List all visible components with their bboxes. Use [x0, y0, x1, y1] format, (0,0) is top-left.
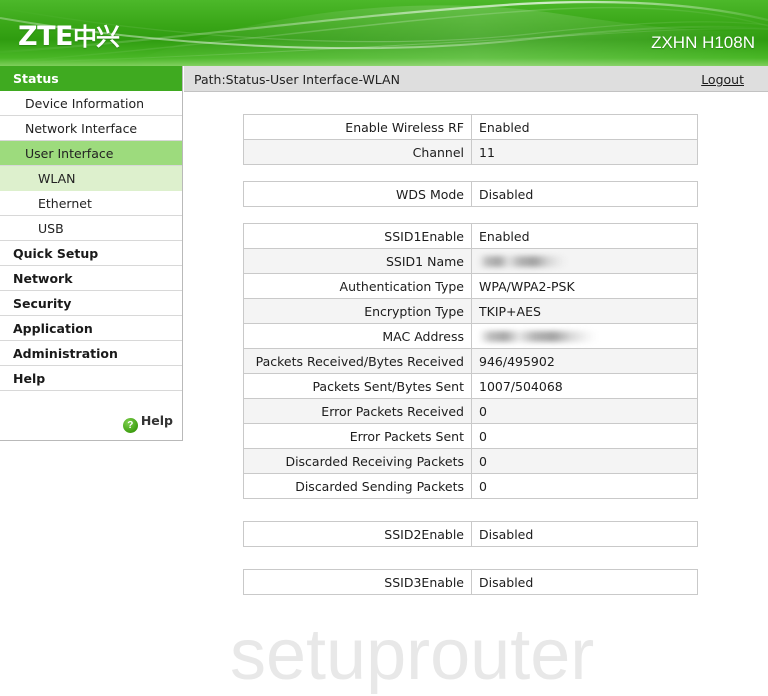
- table-row: Error Packets Received 0: [243, 398, 698, 424]
- radio-table: Enable Wireless RF Enabled Channel 11: [243, 114, 698, 165]
- watermark: setuprouter: [230, 615, 595, 695]
- table-row: Discarded Receiving Packets 0: [243, 448, 698, 474]
- sidebar-item-wlan[interactable]: WLAN: [0, 166, 182, 191]
- wds-table: WDS Mode Disabled: [243, 181, 698, 207]
- sidebar-nav: Status Device Information Network Interfac…: [0, 66, 183, 441]
- row-value: 1007/504068: [471, 373, 698, 399]
- ssid1-table: SSID1Enable Enabled SSID1 Name Authenticati…: [243, 223, 698, 499]
- row-label: Channel: [243, 139, 472, 165]
- breadcrumb: Path:Status-User Interface-WLAN: [194, 72, 400, 87]
- sidebar-item-network[interactable]: Network: [0, 266, 182, 291]
- row-value: Disabled: [471, 569, 698, 595]
- table-row: WDS Mode Disabled: [243, 181, 698, 207]
- sidebar-item-status[interactable]: Status: [0, 66, 182, 91]
- row-value: 0: [471, 448, 698, 474]
- row-value: 11: [471, 139, 698, 165]
- table-row: SSID1Enable Enabled: [243, 223, 698, 249]
- sidebar-footer: ? Help: [0, 391, 182, 453]
- row-value: WPA/WPA2-PSK: [471, 273, 698, 299]
- row-value: TKIP+AES: [471, 298, 698, 324]
- row-label: Enable Wireless RF: [243, 114, 472, 140]
- row-value: 0: [471, 398, 698, 424]
- table-row: MAC Address: [243, 323, 698, 349]
- row-label: Packets Received/Bytes Received: [243, 348, 472, 374]
- sidebar-item-device-information[interactable]: Device Information: [0, 91, 182, 116]
- row-value: Disabled: [471, 521, 698, 547]
- table-gap: [184, 499, 768, 521]
- row-label: SSID1 Name: [243, 248, 472, 274]
- table-row: Enable Wireless RF Enabled: [243, 114, 698, 140]
- table-row: SSID3Enable Disabled: [243, 569, 698, 595]
- sidebar-item-network-interface[interactable]: Network Interface: [0, 116, 182, 141]
- sidebar-help-label: Help: [140, 413, 173, 428]
- sidebar-item-usb[interactable]: USB: [0, 216, 182, 241]
- main-content: Path:Status-User Interface-WLAN Logout s…: [183, 66, 768, 695]
- row-value: 946/495902: [471, 348, 698, 374]
- sidebar-item-user-interface[interactable]: User Interface: [0, 141, 182, 166]
- table-row: Error Packets Sent 0: [243, 423, 698, 449]
- row-value: [471, 323, 698, 349]
- table-row: SSID1 Name: [243, 248, 698, 274]
- device-model-label: ZXHN H108N: [651, 33, 755, 52]
- zte-logo-latin: ZTE: [18, 21, 73, 52]
- row-label: Error Packets Sent: [243, 423, 472, 449]
- table-row: Encryption Type TKIP+AES: [243, 298, 698, 324]
- row-label: Authentication Type: [243, 273, 472, 299]
- zte-logo-chinese: 中兴: [72, 23, 120, 51]
- table-gap: [184, 547, 768, 569]
- row-value: 0: [471, 473, 698, 499]
- redacted-value: [479, 255, 567, 267]
- row-label: Error Packets Received: [243, 398, 472, 424]
- logout-link[interactable]: Logout: [701, 72, 744, 87]
- sidebar-item-security[interactable]: Security: [0, 291, 182, 316]
- table-row: SSID2Enable Disabled: [243, 521, 698, 547]
- sidebar-item-quick-setup[interactable]: Quick Setup: [0, 241, 182, 266]
- breadcrumb-bar: Path:Status-User Interface-WLAN Logout: [184, 66, 768, 92]
- question-mark-icon: ?: [122, 418, 138, 433]
- redacted-value: [479, 330, 597, 342]
- row-label: SSID3Enable: [243, 569, 472, 595]
- row-label: SSID1Enable: [243, 223, 472, 249]
- table-row: Packets Received/Bytes Received 946/49590…: [243, 348, 698, 374]
- zte-logo: ZTE中兴: [18, 17, 120, 52]
- row-label: Discarded Receiving Packets: [243, 448, 472, 474]
- ssid2-table: SSID2Enable Disabled: [243, 521, 698, 547]
- wlan-status-tables: Enable Wireless RF Enabled Channel 11 WDS Mo…: [184, 92, 768, 595]
- row-label: MAC Address: [243, 323, 472, 349]
- row-label: Packets Sent/Bytes Sent: [243, 373, 472, 399]
- sidebar-item-ethernet[interactable]: Ethernet: [0, 191, 182, 216]
- app-header: ZTE中兴 ZXHN H108N: [0, 0, 768, 66]
- row-value: Enabled: [471, 114, 698, 140]
- sidebar-help-link[interactable]: ? Help: [122, 413, 173, 433]
- row-value: Enabled: [471, 223, 698, 249]
- sidebar-item-help[interactable]: Help: [0, 366, 182, 391]
- sidebar-item-administration[interactable]: Administration: [0, 341, 182, 366]
- ssid3-table: SSID3Enable Disabled: [243, 569, 698, 595]
- row-label: Encryption Type: [243, 298, 472, 324]
- row-label: WDS Mode: [243, 181, 472, 207]
- row-label: Discarded Sending Packets: [243, 473, 472, 499]
- row-value: 0: [471, 423, 698, 449]
- table-row: Channel 11: [243, 139, 698, 165]
- sidebar-item-list: Status Device Information Network Interfac…: [0, 66, 182, 391]
- row-value: [471, 248, 698, 274]
- table-row: Discarded Sending Packets 0: [243, 473, 698, 499]
- content-body: setuprouter Enable Wireless RF Enabled Cha…: [184, 92, 768, 695]
- sidebar-item-application[interactable]: Application: [0, 316, 182, 341]
- table-row: Packets Sent/Bytes Sent 1007/504068: [243, 373, 698, 399]
- table-row: Authentication Type WPA/WPA2-PSK: [243, 273, 698, 299]
- row-value: Disabled: [471, 181, 698, 207]
- row-label: SSID2Enable: [243, 521, 472, 547]
